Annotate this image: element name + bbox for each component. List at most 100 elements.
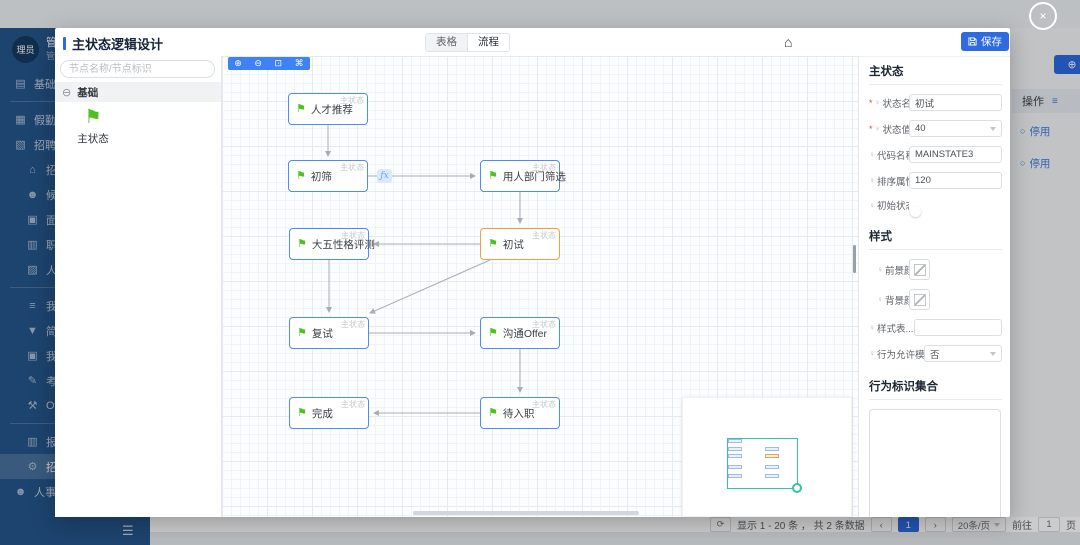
zoom-out-icon[interactable]: ⊖ [254,59,262,68]
field-bg-color: ♀背景颜色 [869,289,1002,310]
node-name: 初试 [503,237,524,252]
minimap-node [728,465,742,469]
node-type-tag: 主状态 [341,230,365,241]
flag-icon: ⚑ [297,328,307,339]
node-type-tag: 主状态 [340,162,364,173]
minimap-node [728,439,742,443]
view-toggle-table[interactable]: 表格 [426,34,467,51]
node-search-input[interactable] [60,60,215,78]
view-toggle-flow[interactable]: 流程 [467,34,509,51]
node-name: 待入职 [503,406,535,421]
fit-view-icon[interactable]: ⊡ [275,59,283,68]
minimap-node [728,447,742,451]
flag-icon: ⚑ [488,408,498,419]
section-main-state: 主状态 [869,56,1002,85]
chevron-down-icon [990,352,996,356]
field-code-name: ♀代码名称 [869,146,1002,163]
close-icon: × [1039,10,1046,22]
view-toggle: 表格 流程 [425,33,510,52]
field-fg-color: ♀前景颜色 [869,259,1002,280]
behavior-tags-textarea[interactable]: 0 / 1048576 [869,409,1001,517]
flow-node-人才推荐[interactable]: ⚑人才推荐主状态 [288,93,368,125]
hint-icon: ♀ [877,265,883,274]
flag-icon: ⚑ [296,104,306,115]
node-type-tag: 主状态 [532,230,556,241]
minimap-node [765,447,779,451]
palette-group-basic[interactable]: ⊖ 基础 [55,82,221,102]
field-behavior-mode: ♀行为允许模式 否 [869,345,1002,362]
save-icon [968,37,977,46]
required-mark: * [869,98,873,108]
flag-icon: ⚑ [296,171,306,182]
hint-icon: ♀ [869,150,875,159]
node-type-tag: 主状态 [340,95,364,106]
flow-node-完成[interactable]: ⚑完成主状态 [289,397,369,429]
flow-node-大五性格评测[interactable]: ⚑大五性格评测主状态 [289,228,369,260]
flag-icon: ⚑ [488,328,498,339]
hint-icon: ♀ [869,201,875,210]
node-palette: ⊖ 基础 ⚑ 主状态 [55,56,222,517]
title-accent-bar [63,37,66,50]
flow-node-用人部门筛选[interactable]: ⚑用人部门筛选主状态 [480,160,560,192]
canvas-toolbar: ⊕ ⊖ ⊡ ⌘ [228,57,310,70]
code-name-input[interactable] [909,146,1002,163]
flow-node-沟通Offer[interactable]: ⚑沟通Offer主状态 [480,317,560,349]
hint-icon: ♀ [877,295,883,304]
foreground-color-picker[interactable] [909,259,930,280]
field-style-sheet: ♀样式表... [869,319,1002,336]
dialog-header: 主状态逻辑设计 表格 流程 ⌂ 保存 [55,28,1010,57]
flag-icon: ⚑ [488,171,498,182]
fx-condition-badge[interactable]: ƒx [377,169,392,183]
minimap[interactable] [682,397,852,517]
flow-node-初试[interactable]: ⚑初试主状态 [480,228,560,260]
section-behavior-tags: 行为标识集合 [869,371,1002,400]
save-button[interactable]: 保存 [961,32,1009,51]
minimap-resize-handle[interactable] [792,483,802,493]
horizontal-scrollbar[interactable] [413,511,639,515]
hint-icon: ♀ [869,176,875,185]
minimap-node [728,454,742,458]
node-name: 完成 [312,406,333,421]
hint-icon: ♀ [875,98,881,107]
field-initial-state: ♀初始状态 [869,198,1002,212]
hint-icon: ♀ [869,323,875,332]
style-sheet-input[interactable] [914,319,1002,336]
vertical-scrollbar[interactable] [853,245,856,273]
minimap-node [728,474,742,478]
hint-icon: ♀ [875,124,881,133]
minimap-node [765,474,779,478]
field-order-attr: ♀排序属性 [869,172,1002,189]
node-type-tag: 主状态 [532,399,556,410]
flow-node-初筛[interactable]: ⚑ 初筛主状态 [288,160,368,192]
state-value-select[interactable]: 40 [909,120,1002,137]
flow-node-待入职[interactable]: ⚑ 待入职主状态 [480,397,560,429]
behavior-mode-select[interactable]: 否 [924,345,1002,362]
home-icon[interactable]: ⌂ [784,34,792,50]
minimap-node [765,465,779,469]
dialog-close-button[interactable]: × [1029,2,1057,30]
actual-size-icon[interactable]: ⌘ [295,59,304,68]
flow-node-复试[interactable]: ⚑ 复试主状态 [289,317,369,349]
order-attr-input[interactable] [909,172,1002,189]
node-type-tag: 主状态 [341,319,365,330]
zoom-in-icon[interactable]: ⊕ [234,59,242,68]
edge-初试-to-复试[interactable] [370,260,490,313]
chevron-down-icon [990,127,996,131]
background-color-picker[interactable] [909,289,930,310]
node-type-tag: 主状态 [532,319,556,330]
required-mark: * [869,124,873,134]
collapse-icon: ⊖ [62,86,71,99]
flag-icon: ⚑ [297,408,307,419]
palette-item-main-state[interactable]: ⚑ 主状态 [69,108,117,146]
dialog-title: 主状态逻辑设计 [72,34,163,53]
state-name-input[interactable] [909,94,1002,111]
color-swatch-icon [914,294,926,306]
hint-icon: ♀ [869,349,875,358]
node-name: 复试 [312,326,333,341]
node-name: 初筛 [311,169,332,184]
flow-canvas[interactable]: ⊕⊖⊡⌘ ƒx ⚑人才推荐主状态⚑初筛主状态⚑用人部门筛选主状态⚑大五性格评测主… [222,56,858,517]
node-type-tag: 主状态 [532,162,556,173]
field-state-name: *♀状态名... [869,94,1002,111]
minimap-node [765,454,779,458]
properties-panel: 主状态 *♀状态名... *♀状态值 40 ♀代码名称 [858,56,1010,517]
